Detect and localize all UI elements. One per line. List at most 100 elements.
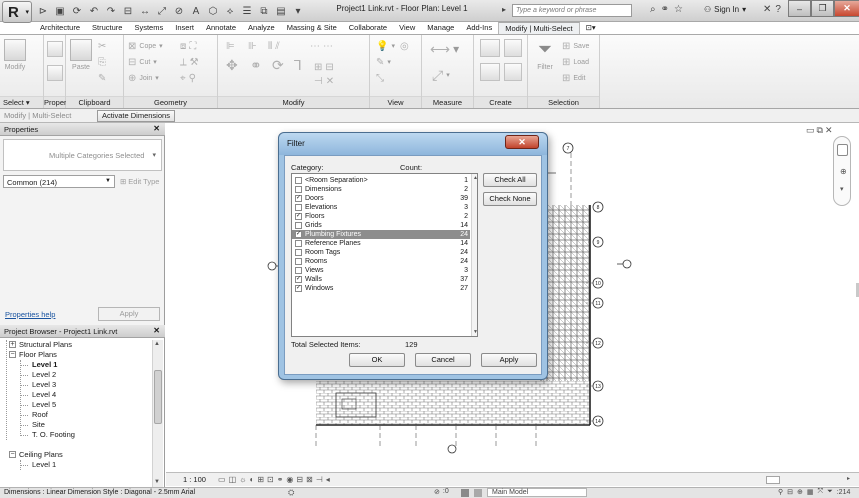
category-checkbox-checked[interactable]: ✓ — [295, 285, 302, 292]
activate-dimensions-button[interactable]: Activate Dimensions — [97, 110, 175, 122]
pick-tool[interactable]: ⌖ ⚲ — [180, 72, 196, 84]
measure-tool[interactable]: ⟷ ▾ — [430, 41, 459, 57]
switch-windows-icon[interactable]: ▤ — [274, 5, 288, 17]
print-icon[interactable]: ⊟ — [121, 5, 135, 17]
check-none-button[interactable]: Check None — [483, 192, 537, 206]
mirror-tool[interactable]: ⫴ ⫽ — [268, 40, 280, 52]
zoom-icon[interactable]: ⊕ — [840, 167, 847, 176]
wall-joins-tool[interactable]: ⟂ ⚒ — [180, 56, 199, 68]
subscription-icon[interactable]: ⚭ — [661, 4, 669, 15]
category-row[interactable]: ✓ Walls 37 — [292, 275, 470, 284]
application-menu-button[interactable]: R ▾ — [2, 1, 32, 23]
search-expand-icon[interactable]: ▸ — [502, 5, 506, 14]
scroll-up-icon[interactable]: ▲ — [154, 341, 160, 347]
category-row[interactable]: Reference Planes 14 — [292, 239, 470, 248]
chevron-down-icon[interactable]: ▾ — [840, 185, 844, 193]
select-by-face-icon[interactable]: ▦ — [807, 488, 814, 496]
tree-node-ceiling-level-1[interactable]: Level 1 — [32, 460, 56, 470]
category-checkbox-checked[interactable]: ✓ — [295, 276, 302, 283]
select-underlay-icon[interactable]: ⊟ — [787, 488, 793, 496]
check-all-button[interactable]: Check All — [483, 173, 537, 187]
restore-button[interactable]: ❐ — [811, 0, 834, 17]
sync-icon[interactable]: ⟳ — [70, 5, 84, 17]
tree-node-level-5[interactable]: Level 5 — [32, 400, 56, 410]
tab-manage[interactable]: Manage — [421, 22, 460, 34]
category-checkbox[interactable] — [295, 204, 302, 211]
tab-view[interactable]: View — [393, 22, 421, 34]
scroll-left-icon[interactable]: ◂ — [326, 475, 330, 484]
category-checkbox[interactable] — [295, 267, 302, 274]
restore-view-icon[interactable]: ⧉ — [817, 125, 823, 136]
horizontal-scroll-thumb[interactable] — [766, 476, 780, 484]
close-button[interactable]: ✕ — [834, 0, 859, 17]
worksharing-display-icon[interactable]: ⊟ — [296, 475, 303, 484]
cut-geometry-tool[interactable]: ⊟ Cut ▾ — [128, 56, 157, 68]
visual-style-icon[interactable]: ◫ — [229, 475, 237, 484]
filter-dialog-close-button[interactable]: ✕ — [505, 135, 539, 149]
create-assembly-icon[interactable] — [480, 39, 500, 57]
tree-node-level-1[interactable]: Level 1 — [32, 360, 57, 370]
sun-path-icon[interactable]: ☼ — [239, 475, 246, 484]
design-options-icon[interactable] — [474, 489, 482, 497]
properties-help-link[interactable]: Properties help — [5, 310, 55, 319]
scroll-down-icon[interactable]: ▼ — [154, 479, 160, 485]
hide-in-view-tool[interactable]: 💡 ▾ — [376, 40, 395, 52]
copy-tool[interactable]: ⎘ — [98, 56, 106, 68]
scroll-up-icon[interactable]: ▲ — [473, 175, 477, 181]
load-selection-button[interactable]: ⊞ Load — [562, 56, 589, 68]
collapse-icon[interactable]: − — [9, 351, 16, 358]
move-tool[interactable]: ✥ — [226, 57, 238, 73]
category-row[interactable]: ✓ Windows 27 — [292, 284, 470, 293]
detail-level-icon[interactable]: ▭ — [218, 475, 226, 484]
tab-architecture[interactable]: Architecture — [34, 22, 86, 34]
override-graphics-tool[interactable]: ✎ ▾ — [376, 56, 391, 68]
category-row[interactable]: <Room Separation> 1 — [292, 176, 470, 185]
tree-node-roof[interactable]: Roof — [32, 410, 48, 420]
ok-button[interactable]: OK — [349, 353, 405, 367]
tree-node-level-3[interactable]: Level 3 — [32, 380, 56, 390]
category-checkbox-checked[interactable]: ✓ — [295, 231, 302, 238]
tag-icon[interactable]: ⊘ — [172, 5, 186, 17]
dimension-icon[interactable]: ⤢ — [155, 5, 169, 17]
tree-node-ceiling-plans[interactable]: Ceiling Plans — [19, 450, 63, 460]
tab-add-ins[interactable]: Add-Ins — [460, 22, 498, 34]
tree-node-level-4[interactable]: Level 4 — [32, 390, 56, 400]
category-row[interactable]: Room Tags 24 — [292, 248, 470, 257]
show-crop-icon[interactable]: ⊡ — [267, 475, 274, 484]
select-panel-dropdown[interactable]: Select ▾ — [0, 96, 43, 108]
highlight-displacement-icon[interactable]: ⊣ — [316, 475, 323, 484]
match-type-tool[interactable]: ✎ — [98, 72, 106, 84]
steering-wheel-icon[interactable] — [837, 144, 848, 156]
reveal-hidden-icon[interactable]: ◉ — [286, 475, 293, 484]
default-3d-view-icon[interactable]: ⬡ — [206, 5, 220, 17]
browser-scroll-thumb[interactable] — [154, 370, 162, 424]
analytical-model-icon[interactable]: ⊠ — [306, 475, 313, 484]
tree-node-to-footing[interactable]: T. O. Footing — [32, 430, 75, 440]
cope-tool[interactable]: ⊠ Cope ▾ — [128, 40, 163, 52]
category-checkbox-checked[interactable]: ✓ — [295, 195, 302, 202]
crop-view-icon[interactable]: ⊞ — [257, 475, 264, 484]
properties-apply-button[interactable]: Apply — [98, 307, 160, 321]
tree-node-site[interactable]: Site — [32, 420, 45, 430]
linework-tool[interactable]: ⤡ — [376, 72, 384, 84]
tab-insert[interactable]: Insert — [169, 22, 200, 34]
category-row[interactable]: ✓ Doors 39 — [292, 194, 470, 203]
design-option-select[interactable]: Main Model — [487, 488, 587, 497]
cut-tool[interactable]: ✂ — [98, 40, 106, 52]
minimize-button[interactable]: – — [788, 0, 811, 17]
category-row[interactable]: Views 3 — [292, 266, 470, 275]
cancel-button[interactable]: Cancel — [415, 353, 471, 367]
collapse-icon[interactable]: − — [9, 451, 16, 458]
tree-node-structural-plans[interactable]: Structural Plans — [19, 340, 72, 350]
delete-tool[interactable]: ⊣ ✕ — [314, 75, 334, 87]
tree-node-level-2[interactable]: Level 2 — [32, 370, 56, 380]
rotate-tool[interactable]: ⟳ — [272, 57, 284, 73]
shadows-icon[interactable]: ◐ — [249, 475, 254, 484]
text-icon[interactable]: A — [189, 5, 203, 17]
create-group-icon[interactable] — [480, 63, 500, 81]
type-selector[interactable]: Multiple Categories Selected ▾ — [3, 139, 162, 171]
infocenter-search-input[interactable]: Type a keyword or phrase — [512, 4, 632, 17]
type-properties-icon[interactable] — [47, 65, 63, 81]
scroll-down-icon[interactable]: ▼ — [473, 329, 477, 335]
category-row[interactable]: Grids 14 — [292, 221, 470, 230]
